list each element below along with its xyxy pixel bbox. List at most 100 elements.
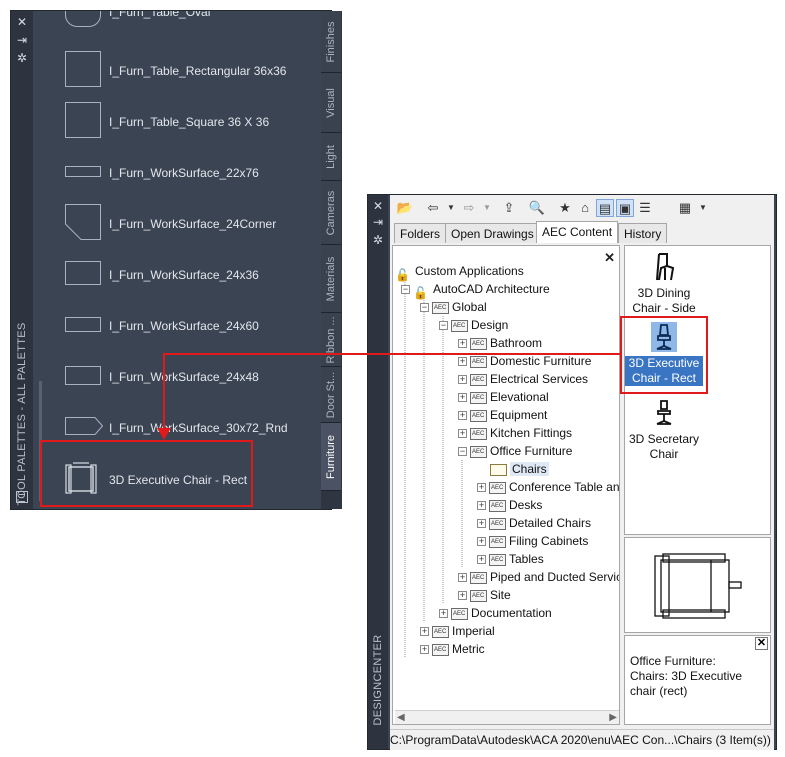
tree-node[interactable]: − 🔓 AutoCAD Architecture bbox=[401, 280, 550, 300]
tree-node[interactable]: +Equipment bbox=[458, 406, 547, 424]
expand-icon[interactable]: + bbox=[477, 537, 486, 547]
close-icon[interactable]: ✕ bbox=[755, 637, 768, 650]
expand-icon[interactable]: + bbox=[477, 519, 486, 529]
tree-node[interactable]: +Kitchen Fittings bbox=[458, 424, 572, 442]
tree-node[interactable]: −Office Furniture bbox=[458, 442, 572, 460]
palette-item[interactable]: I_Furn_WorkSurface_24x48 bbox=[43, 353, 319, 403]
expand-icon[interactable]: + bbox=[420, 627, 429, 637]
search-icon[interactable]: 🔍 bbox=[528, 199, 546, 217]
palette-item[interactable]: I_Furn_WorkSurface_24x36 bbox=[43, 251, 319, 301]
tree-node[interactable]: +Imperial bbox=[420, 622, 495, 640]
palette-item[interactable]: I_Furn_Table_Oval bbox=[43, 11, 319, 47]
tree-node[interactable]: +Electrical Services bbox=[458, 370, 588, 388]
design-center-tabs: Folders Open Drawings AEC Content Histor… bbox=[390, 221, 774, 243]
aec-folder-icon bbox=[451, 607, 468, 620]
expand-icon[interactable]: + bbox=[458, 375, 467, 385]
aec-folder-icon bbox=[432, 301, 449, 314]
collapse-icon[interactable]: − bbox=[420, 303, 429, 313]
load-icon[interactable]: 📂 bbox=[396, 199, 414, 217]
palette-item[interactable]: I_Furn_Table_Square 36 X 36 bbox=[43, 98, 319, 148]
back-icon[interactable]: ⇦ bbox=[424, 199, 442, 217]
tab-history[interactable]: History bbox=[618, 223, 668, 243]
properties-icon[interactable]: ✲ bbox=[15, 51, 29, 65]
tree-node[interactable]: +Conference Table and bbox=[477, 478, 619, 496]
properties-icon[interactable]: ✲ bbox=[371, 233, 385, 247]
palette-item-label: I_Furn_WorkSurface_24x60 bbox=[109, 319, 259, 333]
home-icon[interactable]: ⌂ bbox=[576, 199, 594, 217]
expand-icon[interactable]: + bbox=[458, 393, 467, 403]
tab-materials[interactable]: Materials bbox=[321, 245, 341, 313]
collapse-icon[interactable]: − bbox=[401, 285, 410, 295]
expand-icon[interactable]: + bbox=[458, 591, 467, 601]
collapse-icon[interactable]: − bbox=[458, 447, 467, 457]
tree-node[interactable]: +Documentation bbox=[439, 604, 552, 622]
forward-dropdown-icon[interactable]: ▼ bbox=[478, 199, 496, 217]
preview-icon[interactable]: ▣ bbox=[616, 199, 634, 217]
favorites-icon[interactable]: ★ bbox=[556, 199, 574, 217]
tab-cameras[interactable]: Cameras bbox=[321, 181, 341, 245]
palette-menu-icon[interactable] bbox=[16, 491, 28, 503]
aec-folder-icon bbox=[470, 571, 487, 584]
expand-icon[interactable]: + bbox=[477, 555, 486, 565]
tab-aec-content[interactable]: AEC Content bbox=[536, 221, 619, 243]
palette-item-label: I_Furn_Table_Square 36 X 36 bbox=[109, 115, 270, 129]
tree-toggle-icon[interactable]: ▤ bbox=[596, 199, 614, 217]
tree-node[interactable]: +Metric bbox=[420, 640, 485, 658]
tree-node[interactable]: +Detailed Chairs bbox=[477, 514, 591, 532]
tree-node-selected[interactable]: Chairs bbox=[490, 460, 549, 478]
expand-icon[interactable]: + bbox=[477, 483, 486, 493]
tab-ribbon[interactable]: Ribbon ... bbox=[321, 313, 341, 367]
palette-item[interactable]: I_Furn_WorkSurface_22x76 bbox=[43, 149, 319, 199]
collapse-icon[interactable]: − bbox=[439, 321, 448, 331]
tool-palette-title-bar[interactable]: ✕ ⇥ ✲ TOOL PALETTES - ALL PALETTES bbox=[11, 11, 33, 509]
tab-finishes[interactable]: Finishes bbox=[321, 11, 341, 73]
views-icon[interactable]: ▦ bbox=[676, 199, 694, 217]
tab-light[interactable]: Light bbox=[321, 133, 341, 181]
palette-item[interactable]: I_Furn_Table_Rectangular 36x36 bbox=[43, 47, 319, 97]
tree-node[interactable]: +Piped and Ducted Service bbox=[458, 568, 619, 586]
expand-icon[interactable]: + bbox=[458, 429, 467, 439]
tree-node[interactable]: −Global bbox=[420, 298, 487, 316]
tree-node[interactable]: +Elevational bbox=[458, 388, 549, 406]
expand-icon[interactable]: + bbox=[439, 609, 448, 619]
expand-icon[interactable]: + bbox=[458, 339, 467, 349]
expand-icon[interactable]: + bbox=[458, 411, 467, 421]
aec-folder-icon bbox=[489, 481, 506, 494]
views-dropdown-icon[interactable]: ▼ bbox=[694, 199, 712, 217]
tab-open-drawings[interactable]: Open Drawings bbox=[445, 223, 540, 243]
design-center-title-bar[interactable]: ✕ ⇥ ✲ DESIGNCENTER bbox=[368, 195, 388, 749]
close-icon[interactable]: ✕ bbox=[371, 199, 385, 213]
tab-folders[interactable]: Folders bbox=[394, 223, 447, 243]
scroll-right-icon[interactable]: ▶ bbox=[609, 711, 617, 724]
aec-folder-icon bbox=[489, 553, 506, 566]
scroll-left-icon[interactable]: ◀ bbox=[397, 711, 405, 724]
tree-node[interactable]: +Site bbox=[458, 586, 511, 604]
tree-node[interactable]: 🔓 Custom Applications bbox=[395, 262, 524, 282]
back-dropdown-icon[interactable]: ▼ bbox=[442, 199, 460, 217]
expand-icon[interactable]: + bbox=[458, 573, 467, 583]
tab-door-styles[interactable]: Door St... bbox=[321, 367, 341, 423]
folder-tree[interactable]: ✕ 🔓 Custom Applications − 🔓 AutoCAD Archite… bbox=[392, 245, 620, 725]
tree-node[interactable]: +Filing Cabinets bbox=[477, 532, 588, 550]
tree-node[interactable]: −Design bbox=[439, 316, 508, 334]
up-icon[interactable]: ⇪ bbox=[500, 199, 518, 217]
palette-item[interactable]: I_Furn_WorkSurface_24x60 bbox=[43, 302, 319, 352]
description-icon[interactable]: ☰ bbox=[636, 199, 654, 217]
tree-node[interactable]: +Bathroom bbox=[458, 334, 542, 352]
tree-horizontal-scrollbar[interactable]: ◀ ▶ bbox=[395, 710, 619, 724]
expand-icon[interactable]: + bbox=[458, 357, 467, 367]
tree-node[interactable]: +Tables bbox=[477, 550, 544, 568]
tab-visual[interactable]: Visual bbox=[321, 73, 341, 133]
expand-icon[interactable]: + bbox=[420, 645, 429, 655]
forward-icon[interactable]: ⇨ bbox=[460, 199, 478, 217]
description-pane: ✕ Office Furniture: Chairs: 3D Executive… bbox=[624, 635, 771, 725]
palette-item[interactable]: I_Furn_WorkSurface_24Corner bbox=[43, 200, 319, 250]
tree-node[interactable]: +Desks bbox=[477, 496, 542, 514]
close-icon[interactable]: ✕ bbox=[15, 15, 29, 29]
pin-icon[interactable]: ⇥ bbox=[15, 33, 29, 47]
tab-furniture[interactable]: Furniture bbox=[321, 423, 341, 491]
content-item[interactable]: 3D Secretary Chair bbox=[625, 398, 703, 462]
pin-icon[interactable]: ⇥ bbox=[371, 215, 385, 229]
expand-icon[interactable]: + bbox=[477, 501, 486, 511]
content-item[interactable]: 3D Dining Chair - Side bbox=[625, 252, 703, 316]
